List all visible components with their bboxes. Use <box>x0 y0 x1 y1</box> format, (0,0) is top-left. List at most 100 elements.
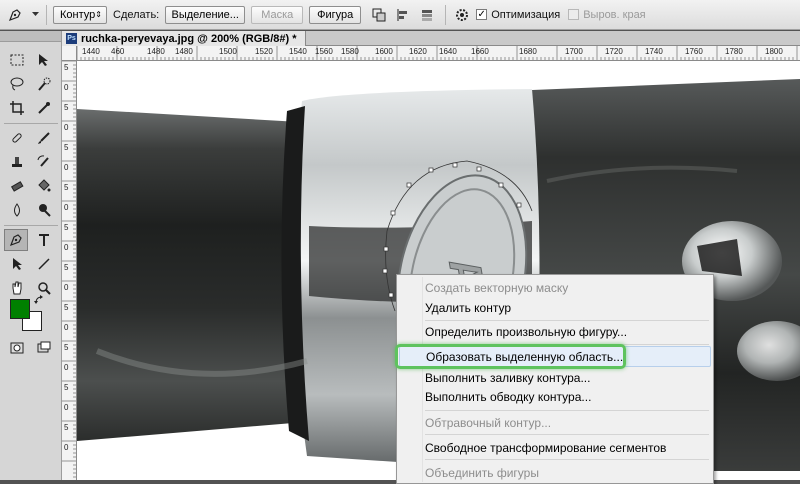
menu-item-clipping-path[interactable]: Обтравочный контур... <box>399 412 711 433</box>
vertical-ruler[interactable]: 5 0 5 0 5 0 5 0 5 0 5 0 5 0 5 0 5 0 5 0 <box>62 61 77 480</box>
gear-icon[interactable] <box>452 7 472 23</box>
ruler-v-label: 5 <box>64 383 69 392</box>
menu-item-stroke-path[interactable]: Выполнить обводку контура... <box>399 386 711 407</box>
toolbox-header[interactable] <box>0 31 61 42</box>
eraser-icon[interactable] <box>5 175 29 197</box>
ruler-h-label: 1480 <box>175 47 193 56</box>
ruler-h-label: 1800 <box>765 47 783 56</box>
select-arrows-icon: ⇕ <box>95 10 102 19</box>
ruler-h-label: 1740 <box>645 47 663 56</box>
document-tab-bar: Ps ruchka-peryevaya.jpg @ 200% (RGB/8#) … <box>62 31 800 46</box>
path-arrangement-icon[interactable] <box>415 7 439 23</box>
ruler-h-label: 1620 <box>409 47 427 56</box>
crop-icon[interactable] <box>5 97 29 119</box>
paint-bucket-icon[interactable] <box>32 175 56 197</box>
ruler-h-label: 1480 <box>147 47 165 56</box>
history-brush-icon[interactable] <box>32 151 56 173</box>
healing-brush-icon[interactable] <box>5 127 29 149</box>
ruler-h-label: 1580 <box>341 47 359 56</box>
align-edges-label: Выров. края <box>583 8 646 21</box>
ruler-v-label: 0 <box>64 163 69 172</box>
ruler-h-label: 1700 <box>565 47 583 56</box>
ruler-v-label: 5 <box>64 63 69 72</box>
align-edges-checkbox[interactable] <box>568 9 580 20</box>
auto-add-delete-checkbox[interactable]: ✓ <box>476 9 488 20</box>
document-tab[interactable]: Ps ruchka-peryevaya.jpg @ 200% (RGB/8#) … <box>62 31 306 46</box>
shape-button[interactable]: Фигура <box>309 5 362 24</box>
ruler-h-label: 1680 <box>519 47 537 56</box>
line-icon[interactable] <box>32 253 56 275</box>
ruler-h-label: 1780 <box>725 47 743 56</box>
mode-select-value: Контур <box>60 8 96 21</box>
hand-icon[interactable] <box>5 277 29 299</box>
ruler-v-label: 0 <box>64 363 69 372</box>
ruler-v-label: 0 <box>64 403 69 412</box>
toolbox-separator <box>4 123 58 124</box>
ruler-v-label: 5 <box>64 143 69 152</box>
toolbox <box>0 31 62 480</box>
mask-button[interactable]: Маска <box>251 5 304 24</box>
menu-item-create-vector-mask[interactable]: Создать векторную маску <box>399 277 711 298</box>
screen-mode-icon[interactable] <box>32 337 56 359</box>
swap-colors-icon[interactable] <box>32 293 46 307</box>
quick-selection-icon[interactable] <box>32 73 56 95</box>
ruler-v-label: 5 <box>64 103 69 112</box>
type-icon[interactable] <box>32 229 56 251</box>
ruler-v-label: 5 <box>64 423 69 432</box>
clone-stamp-icon[interactable] <box>5 151 29 173</box>
ruler-h-label: 1640 <box>439 47 457 56</box>
horizontal-ruler[interactable]: 1440 460 1480 1480 1500 1520 1540 1560 1580 1600 1… <box>77 46 800 61</box>
ruler-h-label: 1660 <box>471 47 489 56</box>
ruler-v-label: 5 <box>64 343 69 352</box>
ruler-v-label: 5 <box>64 303 69 312</box>
ruler-h-label: 1560 <box>315 47 333 56</box>
menu-separator <box>425 410 709 411</box>
ruler-v-label: 5 <box>64 223 69 232</box>
ruler-v-label: 0 <box>64 243 69 252</box>
make-label: Сделать: <box>113 8 160 21</box>
menu-item-delete-path[interactable]: Удалить контур <box>399 297 711 318</box>
menu-item-free-transform-points[interactable]: Свободное трансформирование сегментов <box>399 437 711 458</box>
pen-tool-icon[interactable] <box>4 229 28 251</box>
ruler-v-label: 0 <box>64 323 69 332</box>
move-icon[interactable] <box>32 49 56 71</box>
ps-badge: Ps <box>66 33 77 44</box>
ruler-v-label: 0 <box>64 203 69 212</box>
options-bar: Контур ⇕ Сделать: Выделение... Маска Фиг… <box>0 0 800 30</box>
lasso-icon[interactable] <box>5 73 29 95</box>
ruler-h-label: 1600 <box>375 47 393 56</box>
path-operations-icon[interactable] <box>367 7 391 23</box>
menu-separator <box>425 459 709 460</box>
options-separator <box>46 4 47 25</box>
path-selection-icon[interactable] <box>5 253 29 275</box>
selection-button[interactable]: Выделение... <box>165 5 246 24</box>
path-alignment-icon[interactable] <box>391 7 415 23</box>
context-menu: Создать векторную маску Удалить контур О… <box>396 274 714 484</box>
ruler-h-label: 1540 <box>289 47 307 56</box>
quick-mask-icon[interactable] <box>5 337 29 359</box>
menu-item-define-custom-shape[interactable]: Определить произвольную фигуру... <box>399 321 711 342</box>
ruler-h-label: 1760 <box>685 47 703 56</box>
pen-icon[interactable] <box>0 7 30 23</box>
ruler-v-label: 5 <box>64 183 69 192</box>
menu-item-make-selection[interactable]: Образовать выделенную область... <box>399 346 711 367</box>
ruler-h-label: 460 <box>111 47 125 56</box>
ruler-v-label: 0 <box>64 283 69 292</box>
eyedropper-icon[interactable] <box>32 97 56 119</box>
dodge-icon[interactable] <box>32 199 56 221</box>
brush-icon[interactable] <box>32 127 56 149</box>
ruler-h-label: 1520 <box>255 47 273 56</box>
menu-item-fill-path[interactable]: Выполнить заливку контура... <box>399 367 711 388</box>
tool-preset-chevron-icon[interactable] <box>30 12 40 17</box>
options-separator <box>445 4 447 25</box>
ruler-h-label: 1440 <box>82 47 100 56</box>
menu-separator <box>425 344 709 345</box>
mode-select[interactable]: Контур ⇕ <box>53 5 107 24</box>
marquee-icon[interactable] <box>5 49 29 71</box>
auto-add-delete-label: Оптимизация <box>491 8 561 21</box>
ruler-corner[interactable] <box>62 46 77 61</box>
foreground-color-swatch[interactable] <box>10 299 30 319</box>
ruler-h-label: 1500 <box>219 47 237 56</box>
document-tab-title: ruchka-peryevaya.jpg @ 200% (RGB/8#) * <box>81 32 297 45</box>
blur-icon[interactable] <box>5 199 29 221</box>
